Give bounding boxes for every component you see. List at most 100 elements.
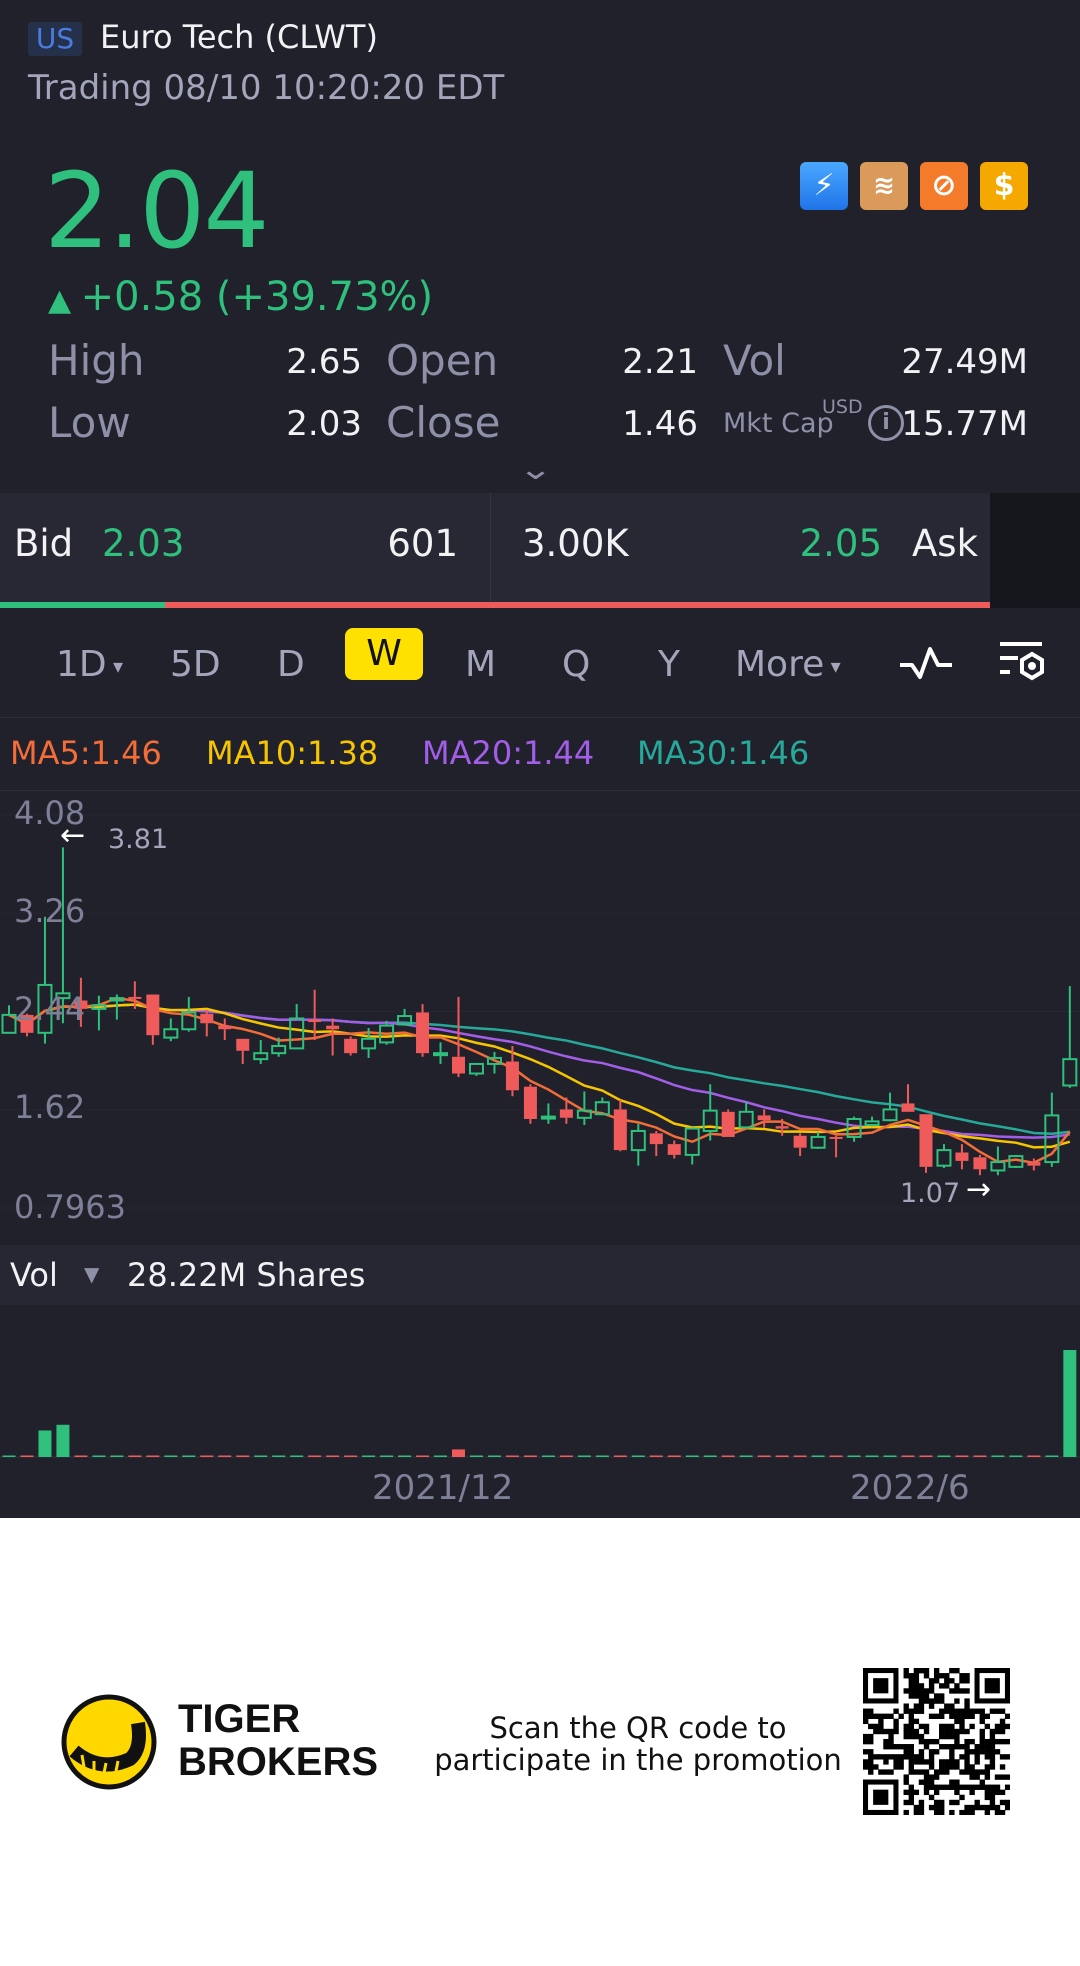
qr-module: [974, 1754, 980, 1760]
qr-module: [908, 1723, 914, 1730]
qr-module: [893, 1744, 899, 1750]
qr-module: [928, 1688, 935, 1694]
qr-module: [964, 1738, 970, 1745]
volume-bar: [955, 1455, 969, 1457]
qr-module: [883, 1754, 889, 1760]
qr-module: [888, 1713, 894, 1719]
qr-module: [989, 1759, 996, 1765]
tab-y[interactable]: Y: [658, 640, 680, 690]
qr-module: [908, 1728, 914, 1735]
ma5-legend: MA5:1.46: [10, 734, 162, 772]
qr-module: [989, 1789, 996, 1796]
qr-module: [984, 1809, 991, 1815]
dropdown-icon[interactable]: ▼: [84, 1262, 99, 1286]
qr-module: [903, 1728, 909, 1735]
qr-module: [959, 1794, 965, 1801]
candle-body: [289, 1017, 305, 1050]
qr-module: [964, 1673, 970, 1679]
qr-module: [1004, 1774, 1010, 1780]
qr-module: [944, 1708, 950, 1714]
qr-module: [868, 1749, 874, 1755]
volume-bar: [919, 1455, 933, 1457]
volume-bar: [452, 1449, 465, 1457]
tab-m[interactable]: M: [465, 640, 496, 690]
qr-module: [913, 1693, 920, 1699]
qr-module: [868, 1754, 874, 1760]
qr-module: [964, 1749, 970, 1755]
qr-module: [944, 1678, 950, 1684]
candle-body: [775, 1126, 789, 1129]
qr-module: [918, 1703, 925, 1709]
qr-module: [923, 1673, 930, 1679]
qr-module: [939, 1804, 945, 1811]
qr-module: [939, 1723, 945, 1730]
qr-module: [984, 1784, 991, 1790]
qr-module: [939, 1799, 945, 1806]
qr-module: [898, 1713, 904, 1719]
candle-body: [630, 1129, 646, 1152]
volume-bar: [416, 1455, 430, 1457]
qr-module: [913, 1683, 920, 1689]
qr-module: [949, 1749, 955, 1755]
qr-module: [863, 1733, 869, 1740]
candle-body: [416, 1012, 430, 1054]
qr-module: [863, 1713, 869, 1719]
tab-w[interactable]: W: [345, 628, 423, 680]
lightning-1-icon[interactable]: ⚡: [800, 162, 848, 210]
qr-module: [979, 1713, 985, 1719]
high-value: 2.65: [286, 342, 362, 382]
expand-chevron-icon[interactable]: ⌄: [518, 452, 553, 487]
candlestick-chart[interactable]: [0, 790, 1080, 1245]
no-short-icon[interactable]: ⊘: [920, 162, 968, 210]
qr-module: [888, 1738, 894, 1745]
volume-value: 28.22M Shares: [127, 1256, 366, 1294]
layers-a-icon[interactable]: ≋: [860, 162, 908, 210]
candle-body: [936, 1149, 952, 1167]
qr-module: [984, 1749, 991, 1755]
volume-bar: [380, 1455, 394, 1457]
qr-module: [923, 1779, 930, 1785]
bid-ratio-fill: [0, 602, 166, 608]
dollar-icon[interactable]: $: [980, 162, 1028, 210]
qr-module: [878, 1718, 884, 1725]
qr-module: [994, 1784, 1001, 1790]
qr-module: [969, 1708, 975, 1714]
tab-5d[interactable]: 5D: [170, 640, 221, 690]
volume-bar: [20, 1455, 34, 1457]
volume-label[interactable]: Vol: [10, 1256, 58, 1294]
qr-module: [908, 1718, 914, 1725]
qr-module: [923, 1668, 930, 1674]
tab-q[interactable]: Q: [562, 640, 590, 690]
tab-d[interactable]: D: [277, 640, 305, 690]
qr-module: [888, 1744, 894, 1750]
volume-bar: [236, 1455, 250, 1457]
volume-bar: [92, 1455, 106, 1457]
max-price-marker: 3.81: [108, 824, 169, 855]
qr-module: [959, 1744, 965, 1750]
qr-module: [989, 1708, 996, 1714]
chart-settings-icon[interactable]: [996, 640, 1046, 686]
tab-1d[interactable]: 1D ▾: [56, 640, 123, 690]
qr-module: [969, 1789, 975, 1796]
candle-body: [649, 1133, 663, 1145]
qr-module: [964, 1688, 970, 1694]
qr-module: [999, 1708, 1006, 1714]
tab-more[interactable]: More ▾: [735, 640, 841, 690]
bid-ask-ratio-bar: [0, 602, 990, 608]
qr-module: [959, 1784, 965, 1790]
mktcap-value: 15.77M: [901, 404, 1028, 444]
info-icon[interactable]: i: [868, 405, 904, 441]
qr-module: [969, 1804, 975, 1811]
qr-module: [979, 1718, 985, 1725]
qr-module: [974, 1799, 980, 1806]
qr-module: [959, 1688, 965, 1694]
change-value: +0.58 (+39.73%): [80, 274, 434, 320]
qr-module: [939, 1809, 945, 1815]
qr-module: [908, 1769, 914, 1775]
indicator-icon[interactable]: [898, 645, 954, 681]
candle-body: [146, 994, 160, 1036]
ma10-legend: MA10:1.38: [206, 734, 379, 772]
qr-module: [944, 1784, 950, 1790]
qr-module: [964, 1703, 970, 1709]
qr-module: [964, 1708, 970, 1714]
